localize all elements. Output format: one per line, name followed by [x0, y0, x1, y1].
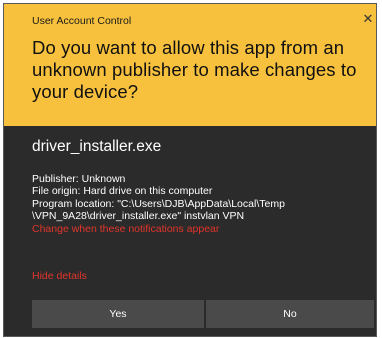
change-notifications-link[interactable]: Change when these notifications appear — [32, 223, 372, 235]
details-panel: Publisher: Unknown File origin: Hard dri… — [32, 173, 372, 235]
yes-button[interactable]: Yes — [32, 300, 204, 328]
file-origin-text: File origin: Hard drive on this computer — [32, 185, 213, 198]
program-location-text-cont: \VPN_9A28\driver_installer.exe" instvlan… — [32, 210, 245, 223]
publisher-text: Publisher: Unknown — [32, 173, 126, 185]
dialog-title: User Account Control — [32, 15, 132, 27]
program-location-text: Program location: "C:\Users\DJB\AppData\… — [32, 197, 285, 210]
permission-question: Do you want to allow this app from an un… — [32, 37, 357, 102]
hide-details-link[interactable]: Hide details — [32, 270, 87, 282]
app-name: driver_installer.exe — [32, 138, 162, 155]
close-icon[interactable]: ✕ — [360, 11, 376, 27]
no-button[interactable]: No — [206, 300, 374, 328]
uac-banner: User Account Control ✕ Do you want to al… — [4, 4, 376, 126]
uac-dialog: User Account Control ✕ Do you want to al… — [3, 3, 377, 337]
